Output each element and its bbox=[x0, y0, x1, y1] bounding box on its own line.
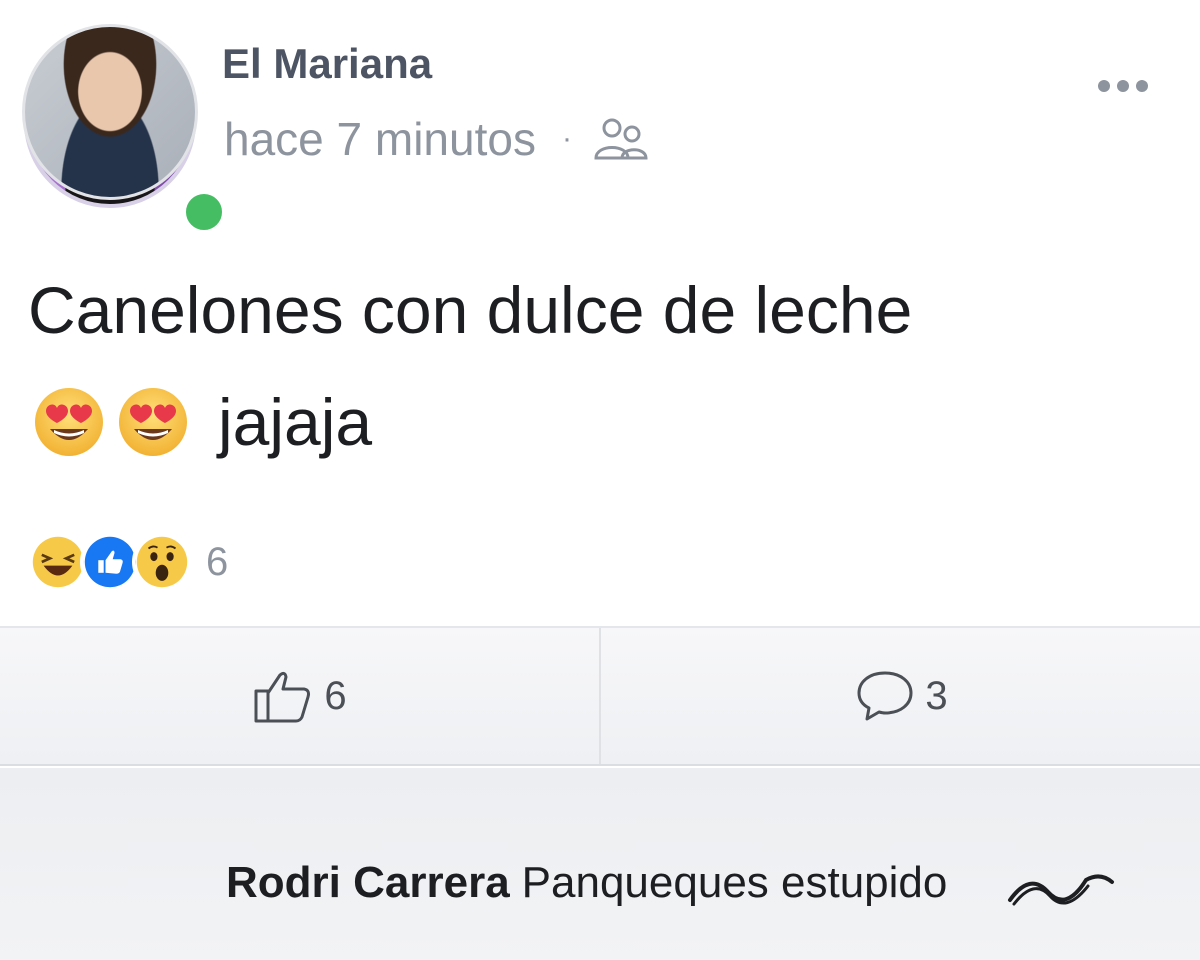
comment-button[interactable]: 3 bbox=[599, 628, 1200, 764]
heart-eyes-emoji bbox=[35, 388, 103, 456]
comment-count: 3 bbox=[925, 673, 948, 718]
top-edge bbox=[0, 0, 1200, 8]
like-button[interactable]: 6 bbox=[0, 628, 599, 764]
comment-body: Rodri Carrera Panqueques estupido bbox=[226, 858, 947, 908]
scribble-mark bbox=[1008, 874, 1114, 906]
post-author-name[interactable]: El Mariana bbox=[222, 40, 432, 88]
heart-eyes-emoji bbox=[119, 388, 187, 456]
more-options-icon[interactable] bbox=[1098, 80, 1148, 92]
post-text-line-1: Canelones con dulce de leche bbox=[28, 273, 913, 347]
reactions-count: 6 bbox=[206, 539, 229, 584]
like-count: 6 bbox=[324, 673, 347, 718]
more-dot bbox=[1136, 80, 1148, 92]
comment-icon bbox=[857, 671, 913, 721]
reactions-summary[interactable]: 6 bbox=[28, 532, 228, 592]
post-text-line-2: jajaja bbox=[32, 384, 372, 460]
more-dot bbox=[1117, 80, 1129, 92]
like-reaction-icon bbox=[80, 532, 140, 592]
comment-author[interactable]: Rodri Carrera bbox=[226, 858, 510, 907]
post-action-bar: 6 3 bbox=[0, 626, 1200, 766]
commenter-avatar[interactable] bbox=[22, 24, 198, 200]
online-status-indicator bbox=[180, 188, 228, 236]
more-dot bbox=[1098, 80, 1110, 92]
thumbs-up-icon bbox=[254, 671, 311, 723]
post-meta: hace 7 minutos · bbox=[224, 112, 650, 166]
meta-separator: · bbox=[561, 122, 572, 155]
wow-reaction-icon bbox=[132, 532, 192, 592]
friends-icon bbox=[594, 118, 648, 160]
post-timestamp[interactable]: hace 7 minutos bbox=[224, 112, 536, 166]
haha-reaction-icon bbox=[28, 532, 88, 592]
post-text-suffix: jajaja bbox=[218, 385, 373, 459]
comment-text: Panqueques estupido bbox=[521, 858, 948, 907]
